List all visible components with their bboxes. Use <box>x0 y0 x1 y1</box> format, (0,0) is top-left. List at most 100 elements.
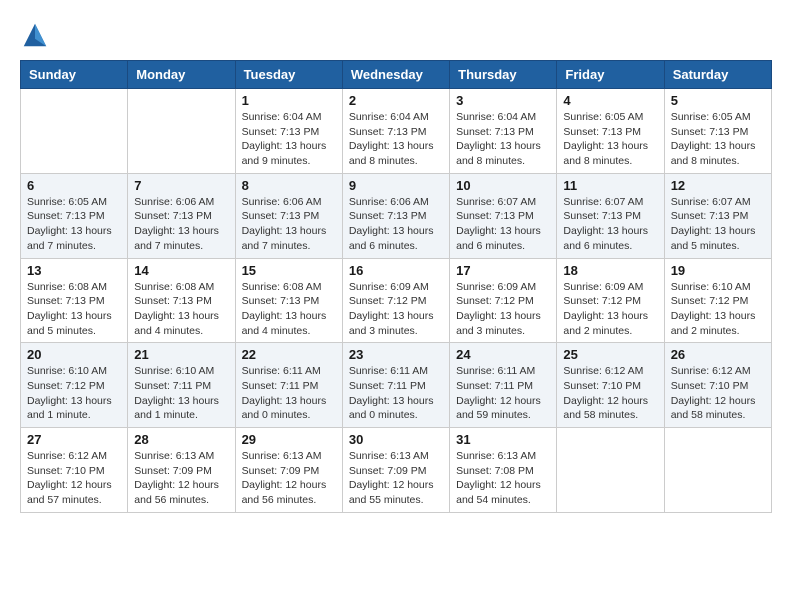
calendar-cell: 12 Sunrise: 6:07 AM Sunset: 7:13 PM Dayli… <box>664 173 771 258</box>
day-info: Sunrise: 6:13 AM Sunset: 7:08 PM Dayligh… <box>456 449 550 508</box>
day-info: Sunrise: 6:12 AM Sunset: 7:10 PM Dayligh… <box>563 364 657 423</box>
calendar-cell: 16 Sunrise: 6:09 AM Sunset: 7:12 PM Dayli… <box>342 258 449 343</box>
day-info: Sunrise: 6:05 AM Sunset: 7:13 PM Dayligh… <box>671 110 765 169</box>
day-info: Sunrise: 6:12 AM Sunset: 7:10 PM Dayligh… <box>27 449 121 508</box>
day-info: Sunrise: 6:06 AM Sunset: 7:13 PM Dayligh… <box>242 195 336 254</box>
calendar-header-thursday: Thursday <box>450 61 557 89</box>
calendar-cell: 26Sunrise: 6:12 AM Sunset: 7:10 PM Dayli… <box>664 343 771 428</box>
day-number: 14 <box>134 263 228 278</box>
day-info: Sunrise: 6:13 AM Sunset: 7:09 PM Dayligh… <box>242 449 336 508</box>
calendar-cell: 11 Sunrise: 6:07 AM Sunset: 7:13 PM Dayli… <box>557 173 664 258</box>
day-number: 11 <box>563 178 657 193</box>
day-number: 7 <box>134 178 228 193</box>
calendar-header-wednesday: Wednesday <box>342 61 449 89</box>
calendar-week-row: 20Sunrise: 6:10 AM Sunset: 7:12 PM Dayli… <box>21 343 772 428</box>
calendar-cell: 1 Sunrise: 6:04 AM Sunset: 7:13 PM Daylig… <box>235 89 342 174</box>
calendar-header-monday: Monday <box>128 61 235 89</box>
day-info: Sunrise: 6:10 AM Sunset: 7:12 PM Dayligh… <box>671 280 765 339</box>
calendar-cell: 10 Sunrise: 6:07 AM Sunset: 7:13 PM Dayli… <box>450 173 557 258</box>
day-info: Sunrise: 6:11 AM Sunset: 7:11 PM Dayligh… <box>242 364 336 423</box>
logo <box>20 20 54 50</box>
calendar-cell: 6Sunrise: 6:05 AM Sunset: 7:13 PM Daylig… <box>21 173 128 258</box>
calendar-week-row: 1 Sunrise: 6:04 AM Sunset: 7:13 PM Daylig… <box>21 89 772 174</box>
calendar-cell: 21Sunrise: 6:10 AM Sunset: 7:11 PM Dayli… <box>128 343 235 428</box>
day-info: Sunrise: 6:09 AM Sunset: 7:12 PM Dayligh… <box>563 280 657 339</box>
calendar-cell: 30 Sunrise: 6:13 AM Sunset: 7:09 PM Dayli… <box>342 428 449 513</box>
calendar-cell: 27 Sunrise: 6:12 AM Sunset: 7:10 PM Dayli… <box>21 428 128 513</box>
calendar-cell: 20Sunrise: 6:10 AM Sunset: 7:12 PM Dayli… <box>21 343 128 428</box>
day-number: 30 <box>349 432 443 447</box>
calendar-week-row: 27 Sunrise: 6:12 AM Sunset: 7:10 PM Dayli… <box>21 428 772 513</box>
calendar-cell: 13Sunrise: 6:08 AM Sunset: 7:13 PM Dayli… <box>21 258 128 343</box>
day-info: Sunrise: 6:08 AM Sunset: 7:13 PM Dayligh… <box>242 280 336 339</box>
calendar-cell: 2 Sunrise: 6:04 AM Sunset: 7:13 PM Daylig… <box>342 89 449 174</box>
calendar-cell: 23Sunrise: 6:11 AM Sunset: 7:11 PM Dayli… <box>342 343 449 428</box>
calendar-header-sunday: Sunday <box>21 61 128 89</box>
day-number: 9 <box>349 178 443 193</box>
day-number: 16 <box>349 263 443 278</box>
day-number: 29 <box>242 432 336 447</box>
calendar-cell: 4 Sunrise: 6:05 AM Sunset: 7:13 PM Daylig… <box>557 89 664 174</box>
day-number: 15 <box>242 263 336 278</box>
calendar-cell <box>128 89 235 174</box>
day-info: Sunrise: 6:05 AM Sunset: 7:13 PM Dayligh… <box>563 110 657 169</box>
day-info: Sunrise: 6:11 AM Sunset: 7:11 PM Dayligh… <box>349 364 443 423</box>
calendar-cell: 5 Sunrise: 6:05 AM Sunset: 7:13 PM Daylig… <box>664 89 771 174</box>
calendar-cell: 22 Sunrise: 6:11 AM Sunset: 7:11 PM Dayli… <box>235 343 342 428</box>
calendar-week-row: 6Sunrise: 6:05 AM Sunset: 7:13 PM Daylig… <box>21 173 772 258</box>
day-number: 22 <box>242 347 336 362</box>
day-number: 20 <box>27 347 121 362</box>
calendar-header-saturday: Saturday <box>664 61 771 89</box>
day-info: Sunrise: 6:07 AM Sunset: 7:13 PM Dayligh… <box>671 195 765 254</box>
day-info: Sunrise: 6:13 AM Sunset: 7:09 PM Dayligh… <box>134 449 228 508</box>
day-number: 28 <box>134 432 228 447</box>
calendar-cell: 24 Sunrise: 6:11 AM Sunset: 7:11 PM Dayli… <box>450 343 557 428</box>
day-number: 26 <box>671 347 765 362</box>
day-number: 5 <box>671 93 765 108</box>
calendar-cell: 29 Sunrise: 6:13 AM Sunset: 7:09 PM Dayli… <box>235 428 342 513</box>
day-number: 6 <box>27 178 121 193</box>
calendar-cell: 31 Sunrise: 6:13 AM Sunset: 7:08 PM Dayli… <box>450 428 557 513</box>
calendar-cell: 8 Sunrise: 6:06 AM Sunset: 7:13 PM Daylig… <box>235 173 342 258</box>
calendar-week-row: 13 Sunrise: 6:08 AM Sunset: 7:13 PM Dayli… <box>21 258 772 343</box>
calendar-cell: 18Sunrise: 6:09 AM Sunset: 7:12 PM Dayli… <box>557 258 664 343</box>
day-number: 27 <box>27 432 121 447</box>
day-number: 10 <box>456 178 550 193</box>
calendar-cell: 19 Sunrise: 6:10 AM Sunset: 7:12 PM Dayli… <box>664 258 771 343</box>
day-info: Sunrise: 6:07 AM Sunset: 7:13 PM Dayligh… <box>456 195 550 254</box>
calendar-cell <box>664 428 771 513</box>
calendar-header-tuesday: Tuesday <box>235 61 342 89</box>
day-info: Sunrise: 6:04 AM Sunset: 7:13 PM Dayligh… <box>242 110 336 169</box>
calendar-header-friday: Friday <box>557 61 664 89</box>
day-number: 24 <box>456 347 550 362</box>
calendar-cell: 7 Sunrise: 6:06 AM Sunset: 7:13 PM Daylig… <box>128 173 235 258</box>
day-number: 12 <box>671 178 765 193</box>
day-info: Sunrise: 6:11 AM Sunset: 7:11 PM Dayligh… <box>456 364 550 423</box>
day-info: Sunrise: 6:07 AM Sunset: 7:13 PM Dayligh… <box>563 195 657 254</box>
day-number: 1 <box>242 93 336 108</box>
calendar-cell: 17 Sunrise: 6:09 AM Sunset: 7:12 PM Dayli… <box>450 258 557 343</box>
day-info: Sunrise: 6:08 AM Sunset: 7:13 PM Dayligh… <box>134 280 228 339</box>
calendar-cell: 14 Sunrise: 6:08 AM Sunset: 7:13 PM Dayli… <box>128 258 235 343</box>
day-info: Sunrise: 6:09 AM Sunset: 7:12 PM Dayligh… <box>456 280 550 339</box>
day-number: 4 <box>563 93 657 108</box>
day-info: Sunrise: 6:10 AM Sunset: 7:11 PM Dayligh… <box>134 364 228 423</box>
calendar-cell: 28 Sunrise: 6:13 AM Sunset: 7:09 PM Dayli… <box>128 428 235 513</box>
day-number: 8 <box>242 178 336 193</box>
calendar-cell: 9 Sunrise: 6:06 AM Sunset: 7:13 PM Daylig… <box>342 173 449 258</box>
day-number: 19 <box>671 263 765 278</box>
day-number: 13 <box>27 263 121 278</box>
day-info: Sunrise: 6:06 AM Sunset: 7:13 PM Dayligh… <box>134 195 228 254</box>
day-number: 2 <box>349 93 443 108</box>
calendar-cell: 15 Sunrise: 6:08 AM Sunset: 7:13 PM Dayli… <box>235 258 342 343</box>
calendar-cell: 3Sunrise: 6:04 AM Sunset: 7:13 PM Daylig… <box>450 89 557 174</box>
day-number: 31 <box>456 432 550 447</box>
day-info: Sunrise: 6:04 AM Sunset: 7:13 PM Dayligh… <box>456 110 550 169</box>
day-info: Sunrise: 6:04 AM Sunset: 7:13 PM Dayligh… <box>349 110 443 169</box>
day-number: 25 <box>563 347 657 362</box>
day-info: Sunrise: 6:09 AM Sunset: 7:12 PM Dayligh… <box>349 280 443 339</box>
day-number: 17 <box>456 263 550 278</box>
day-info: Sunrise: 6:13 AM Sunset: 7:09 PM Dayligh… <box>349 449 443 508</box>
day-info: Sunrise: 6:06 AM Sunset: 7:13 PM Dayligh… <box>349 195 443 254</box>
calendar-cell <box>557 428 664 513</box>
